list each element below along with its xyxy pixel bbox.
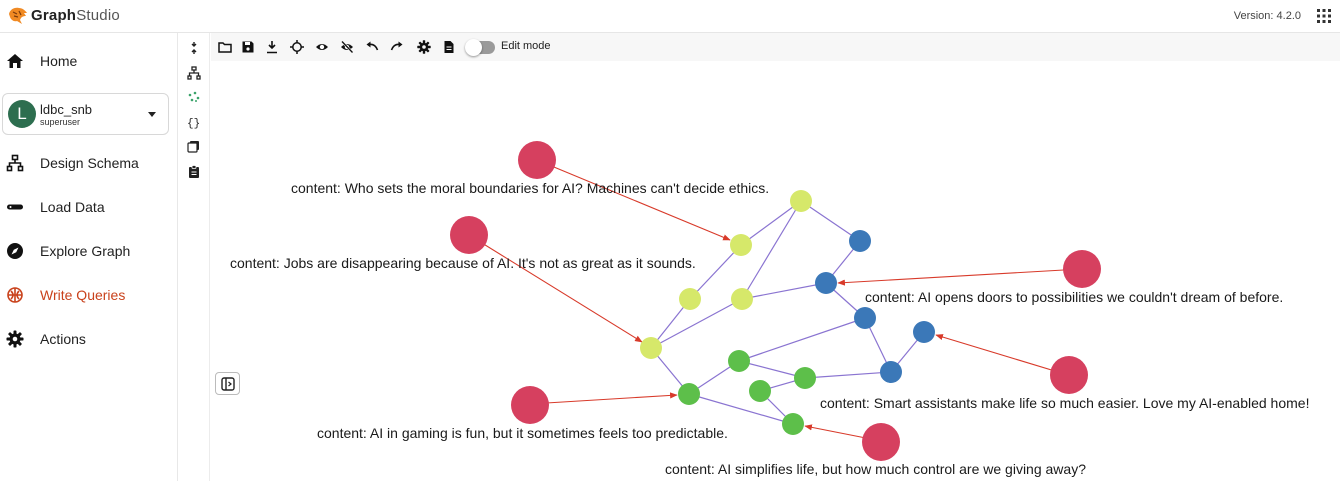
graph-node-blue[interactable] [815, 272, 837, 294]
graph-edge [741, 282, 827, 300]
hide-icon[interactable] [340, 40, 354, 54]
graph-node-green[interactable] [749, 380, 771, 402]
graph-node-blue[interactable] [849, 230, 871, 252]
graph-node-yellow[interactable] [730, 234, 752, 256]
show-icon[interactable] [315, 40, 329, 54]
graph-edge [738, 317, 866, 362]
graph-node-yellow[interactable] [731, 288, 753, 310]
edit-mode-label: Edit mode [501, 40, 551, 52]
post-node[interactable] [862, 423, 900, 461]
save-icon[interactable] [241, 40, 255, 54]
gear-icon [6, 330, 24, 348]
graph-edge [804, 371, 892, 379]
post-arrow [529, 392, 678, 405]
post-label: content: Who sets the moral boundaries f… [291, 180, 769, 196]
sidebar-item-design-schema[interactable]: Design Schema [0, 145, 178, 181]
tiger-logo-icon [9, 7, 27, 24]
graph-node-yellow[interactable] [640, 337, 662, 359]
post-arrow [468, 234, 643, 343]
folder-icon[interactable] [218, 40, 232, 54]
graph-role: superuser [40, 117, 81, 127]
table-icon[interactable] [187, 140, 201, 154]
graph-icon[interactable] [187, 90, 201, 104]
side-panel-icon [221, 377, 235, 391]
log-icon[interactable] [187, 165, 201, 179]
graph-node-blue[interactable] [880, 361, 902, 383]
queries-icon [7, 287, 23, 303]
brand-main: Graph [31, 7, 77, 24]
brand-sub: Studio [76, 7, 120, 24]
sidebar-item-explore-graph[interactable]: Explore Graph [0, 233, 178, 269]
app-brand: GraphStudio [31, 7, 120, 24]
sidebar-item-label: Explore Graph [40, 243, 131, 259]
collapse-icon[interactable] [187, 41, 201, 55]
sidebar-item-load-data[interactable]: Load Data [0, 189, 178, 225]
compass-icon [7, 243, 23, 259]
graph-node-yellow[interactable] [679, 288, 701, 310]
arrow-group [468, 159, 1082, 442]
graph-name: ldbc_snb [40, 102, 93, 117]
version-label: Version: 4.2.0 [1233, 10, 1301, 22]
post-arrow [536, 159, 731, 241]
graph-node-blue[interactable] [854, 307, 876, 329]
sidebar: Home L ldbc_snb superuser Design Schema … [0, 33, 178, 481]
schema-icon [6, 154, 24, 172]
apps-grid-icon[interactable] [1317, 9, 1331, 23]
expand-panel-button[interactable] [215, 372, 240, 395]
post-arrow [935, 334, 1069, 376]
graph-node-green[interactable] [794, 367, 816, 389]
graph-node-green[interactable] [782, 413, 804, 435]
vertical-toolstrip: {} [179, 33, 210, 481]
post-node[interactable] [1050, 356, 1088, 394]
graph-node-blue[interactable] [913, 321, 935, 343]
chevron-down-icon [148, 112, 156, 117]
post-node[interactable] [1063, 250, 1101, 288]
schema-icon[interactable] [187, 66, 201, 80]
sidebar-item-label: Write Queries [40, 287, 126, 303]
json-icon[interactable]: {} [187, 115, 201, 129]
graph-selector[interactable]: L ldbc_snb superuser [2, 93, 169, 135]
document-icon[interactable] [442, 40, 456, 54]
toggle-knob [465, 39, 482, 56]
sidebar-item-label: Actions [40, 331, 86, 347]
post-label: content: AI in gaming is fun, but it som… [317, 425, 728, 441]
graph-toolbar: Edit mode [211, 33, 1340, 61]
sidebar-item-home[interactable]: Home [0, 43, 178, 79]
settings-icon[interactable] [417, 40, 431, 54]
download-icon[interactable] [265, 40, 279, 54]
sidebar-item-label: Design Schema [40, 155, 139, 171]
graph-avatar: L [8, 100, 36, 128]
home-icon [7, 54, 23, 68]
post-label: content: AI simplifies life, but how muc… [665, 461, 1086, 477]
top-bar: GraphStudio Version: 4.2.0 [0, 0, 1340, 33]
sidebar-item-write-queries[interactable]: Write Queries [0, 277, 178, 313]
post-arrow [837, 268, 1082, 286]
sidebar-item-actions[interactable]: Actions [0, 321, 178, 357]
sidebar-item-label: Load Data [40, 199, 105, 215]
post-label: content: Smart assistants make life so m… [820, 395, 1309, 411]
sidebar-item-label: Home [40, 53, 78, 69]
graph-node-yellow[interactable] [790, 190, 812, 212]
post-node[interactable] [511, 386, 549, 424]
post-label: content: AI opens doors to possibilities… [865, 289, 1283, 305]
graph-node-green[interactable] [678, 383, 700, 405]
graph-edge [688, 393, 794, 425]
post-node[interactable] [450, 216, 488, 254]
locate-icon[interactable] [290, 40, 304, 54]
svg-text:{}: {} [187, 118, 200, 129]
undo-icon[interactable] [365, 40, 379, 54]
redo-icon[interactable] [390, 40, 404, 54]
post-label: content: Jobs are disappearing because o… [230, 255, 696, 271]
post-node[interactable] [518, 141, 556, 179]
graph-node-green[interactable] [728, 350, 750, 372]
load-data-icon [7, 204, 23, 210]
edit-mode-toggle[interactable] [465, 39, 495, 56]
